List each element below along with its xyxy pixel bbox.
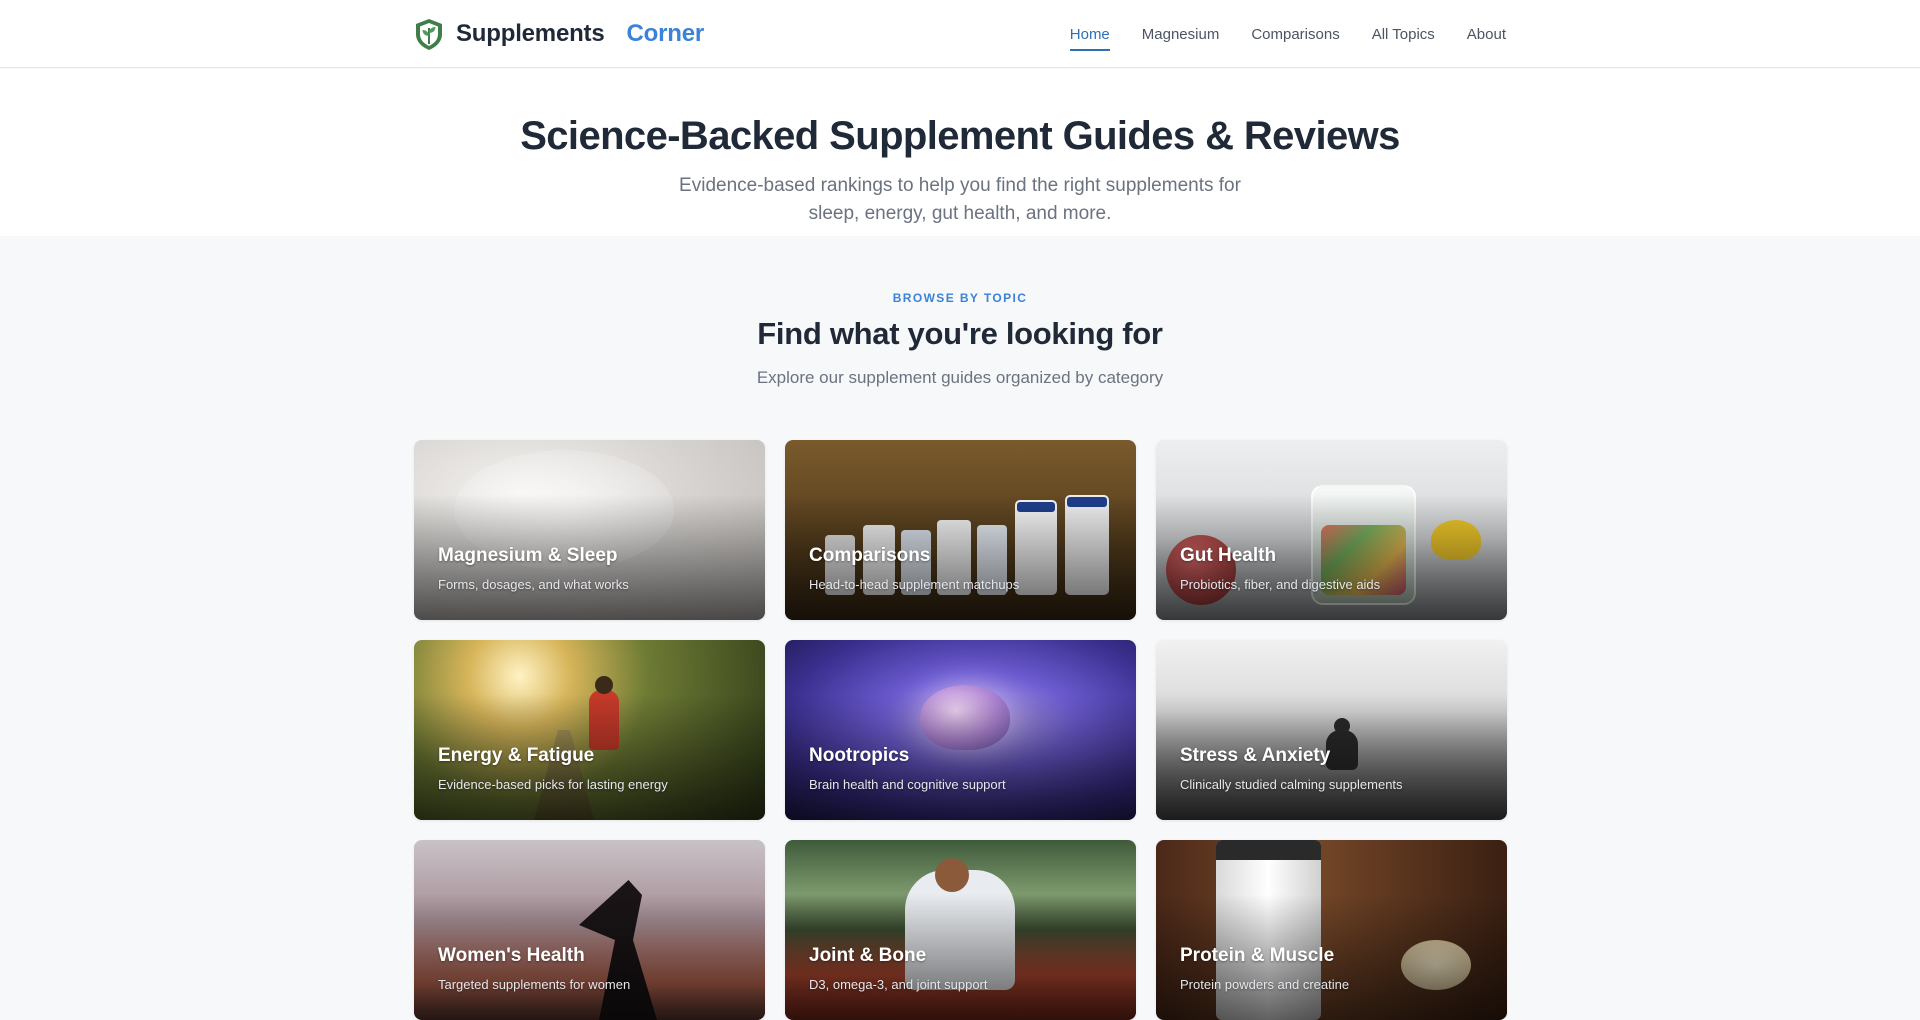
card-description: Targeted supplements for women <box>438 977 631 992</box>
hero-section: Science-Backed Supplement Guides & Revie… <box>0 69 1920 236</box>
hero-title: Science-Backed Supplement Guides & Revie… <box>520 114 1400 158</box>
topic-grid: Magnesium & Sleep Forms, dosages, and wh… <box>414 440 1507 1020</box>
brand-accent: Corner <box>626 20 705 47</box>
nav-all-topics[interactable]: All Topics <box>1372 20 1435 49</box>
card-title: Comparisons <box>809 545 931 566</box>
brand-link[interactable]: Supplements Corner <box>414 17 704 51</box>
card-title: Joint & Bone <box>809 945 927 966</box>
card-title: Women's Health <box>438 945 585 966</box>
card-description: Protein powders and creatine <box>1180 977 1350 992</box>
card-description: Clinically studied calming supplements <box>1180 777 1403 792</box>
topic-card-energy-fatigue[interactable]: Energy & Fatigue Evidence-based picks fo… <box>414 640 765 820</box>
card-description: Head-to-head supplement matchups <box>809 577 1020 592</box>
topics-title: Find what you're looking for <box>757 316 1163 351</box>
topic-card-protein-muscle[interactable]: Protein & Muscle Protein powders and cre… <box>1156 840 1507 1020</box>
leaf-shield-icon <box>416 19 442 50</box>
topic-card-nootropics[interactable]: Nootropics Brain health and cognitive su… <box>785 640 1136 820</box>
topic-card-womens-health[interactable]: Women's Health Targeted supplements for … <box>414 840 765 1020</box>
main-nav: Home Magnesium Comparisons All Topics Ab… <box>1069 0 1506 68</box>
card-title: Energy & Fatigue <box>438 745 595 766</box>
topic-card-gut-health[interactable]: Gut Health Probiotics, fiber, and digest… <box>1156 440 1507 620</box>
card-title: Magnesium & Sleep <box>438 545 618 566</box>
topic-card-joint-bone[interactable]: Joint & Bone D3, omega-3, and joint supp… <box>785 840 1136 1020</box>
nav-home[interactable]: Home <box>1069 20 1110 51</box>
topics-section: BROWSE BY TOPIC Find what you're looking… <box>0 236 1920 1020</box>
nav-magnesium[interactable]: Magnesium <box>1142 20 1220 49</box>
card-title: Gut Health <box>1180 545 1277 566</box>
card-description: Forms, dosages, and what works <box>438 577 629 592</box>
site-header: Supplements Corner Home Magnesium Compar… <box>0 0 1920 68</box>
topic-card-comparisons[interactable]: Comparisons Head-to-head supplement matc… <box>785 440 1136 620</box>
topic-card-stress-anxiety[interactable]: Stress & Anxiety Clinically studied calm… <box>1156 640 1507 820</box>
topics-subtitle: Explore our supplement guides organized … <box>756 368 1164 387</box>
card-description: Probiotics, fiber, and digestive aids <box>1180 577 1381 592</box>
card-title: Stress & Anxiety <box>1180 745 1331 766</box>
topic-card-magnesium-sleep[interactable]: Magnesium & Sleep Forms, dosages, and wh… <box>414 440 765 620</box>
card-description: Brain health and cognitive support <box>809 777 1006 792</box>
topics-eyebrow: BROWSE BY TOPIC <box>892 291 1028 305</box>
nav-comparisons[interactable]: Comparisons <box>1251 20 1339 49</box>
card-description: D3, omega-3, and joint support <box>809 977 988 992</box>
card-title: Nootropics <box>809 745 910 766</box>
hero-subtitle: Evidence-based rankings to help you find… <box>679 175 1241 224</box>
card-title: Protein & Muscle <box>1180 945 1335 966</box>
nav-about[interactable]: About <box>1467 20 1506 49</box>
card-description: Evidence-based picks for lasting energy <box>438 777 668 792</box>
brand-name: Supplements <box>456 20 605 47</box>
